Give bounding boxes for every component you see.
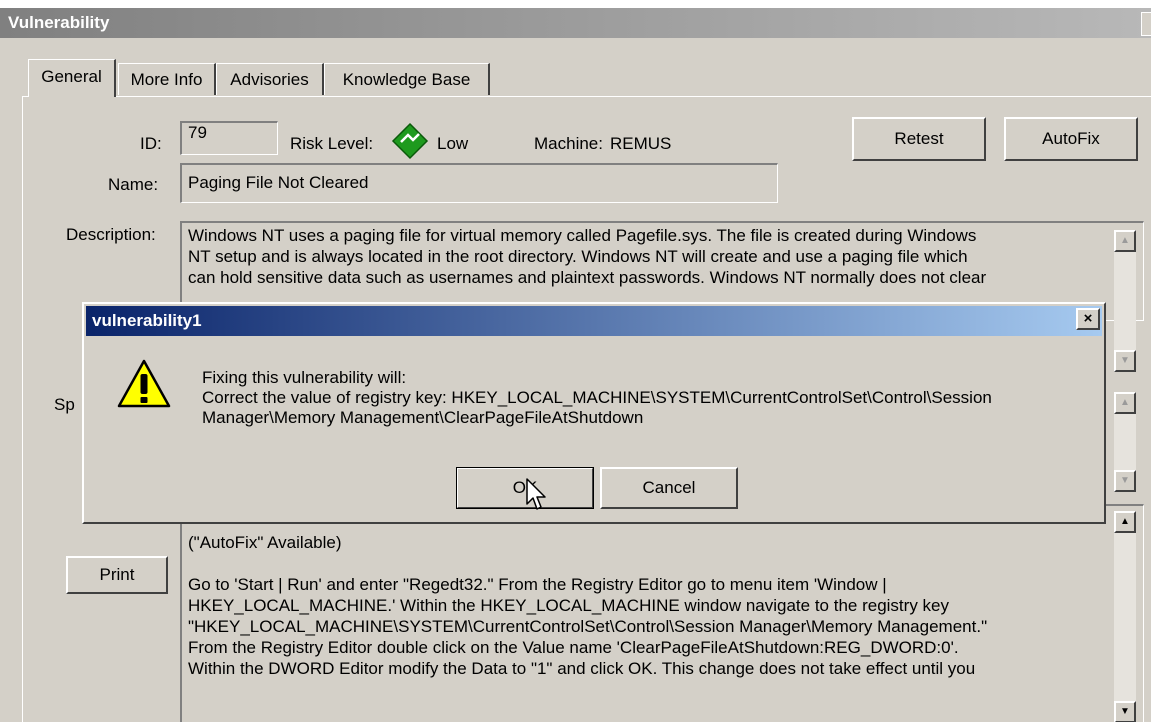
scroll-down-icon[interactable]: ▼ (1114, 350, 1136, 372)
print-button[interactable]: Print (66, 556, 168, 594)
scroll-up-icon[interactable]: ▲ (1114, 230, 1136, 252)
fix-line: ("AutoFix" Available) (188, 533, 342, 552)
risk-level-label: Risk Level: (290, 134, 374, 153)
fix-line: HKEY_LOCAL_MACHINE.' Within the HKEY_LOC… (188, 596, 949, 615)
machine-value: REMUS (610, 134, 672, 153)
machine-label: Machine: (534, 134, 603, 153)
description-scrollbar[interactable]: ▲ ▼ (1114, 230, 1136, 372)
autofix-confirm-dialog: vulnerability1 × Fixing this vulnerabili… (82, 302, 1106, 524)
description-line: NT setup and is always located in the ro… (188, 247, 968, 266)
fix-line: Within the DWORD Editor modify the Data … (188, 659, 976, 678)
description-line: can hold sensitive data such as username… (188, 268, 987, 287)
green-diamond-risk-icon (391, 122, 429, 160)
ok-button[interactable]: OK (456, 467, 594, 509)
name-field[interactable]: Paging File Not Cleared (180, 163, 778, 203)
tab-advisories[interactable]: Advisories (216, 63, 324, 95)
fix-line: Go to 'Start | Run' and enter "Regedt32.… (188, 575, 887, 594)
sp-scrollbar[interactable]: ▲ ▼ (1114, 392, 1136, 492)
risk-level-value: Low (437, 134, 469, 153)
mouse-pointer-icon (526, 478, 546, 510)
fix-line: From the Registry Editor double click on… (188, 638, 959, 657)
dialog-message-line: Manager\Memory Management\ClearPageFileA… (202, 408, 644, 427)
id-field[interactable]: 79 (180, 121, 278, 155)
window-title-button[interactable] (1141, 12, 1151, 36)
scroll-down-icon[interactable]: ▼ (1114, 470, 1136, 492)
name-label: Name: (108, 175, 159, 194)
dialog-title: vulnerability1 (86, 306, 1102, 336)
window-title: Vulnerability (0, 8, 1151, 38)
sp-label: Sp (54, 395, 75, 414)
fix-scrollbar[interactable]: ▲ ▼ (1114, 511, 1136, 722)
scroll-up-icon[interactable]: ▲ (1114, 511, 1136, 533)
retest-button[interactable]: Retest (852, 117, 986, 161)
tab-knowledge-base[interactable]: Knowledge Base (324, 63, 490, 95)
dialog-message-line: Fixing this vulnerability will: (202, 368, 407, 387)
tab-more-info[interactable]: More Info (118, 63, 216, 95)
autofix-button[interactable]: AutoFix (1004, 117, 1138, 161)
description-line: Windows NT uses a paging file for virtua… (188, 226, 977, 245)
id-label: ID: (140, 134, 162, 153)
close-icon[interactable]: × (1076, 308, 1100, 330)
dialog-message: Fixing this vulnerability will: Correct … (202, 368, 992, 428)
fix-textarea[interactable]: ("AutoFix" Available) Go to 'Start | Run… (180, 504, 1144, 722)
tab-general[interactable]: General (28, 59, 116, 97)
description-label: Description: (66, 225, 156, 244)
dialog-message-line: Correct the value of registry key: HKEY_… (202, 388, 992, 407)
scroll-down-icon[interactable]: ▼ (1114, 701, 1136, 722)
fix-line (188, 553, 1113, 574)
cancel-button[interactable]: Cancel (600, 467, 738, 509)
warning-icon (117, 359, 171, 408)
fix-line: "HKEY_LOCAL_MACHINE\SYSTEM\CurrentContro… (188, 617, 988, 636)
scroll-up-icon[interactable]: ▲ (1114, 392, 1136, 414)
